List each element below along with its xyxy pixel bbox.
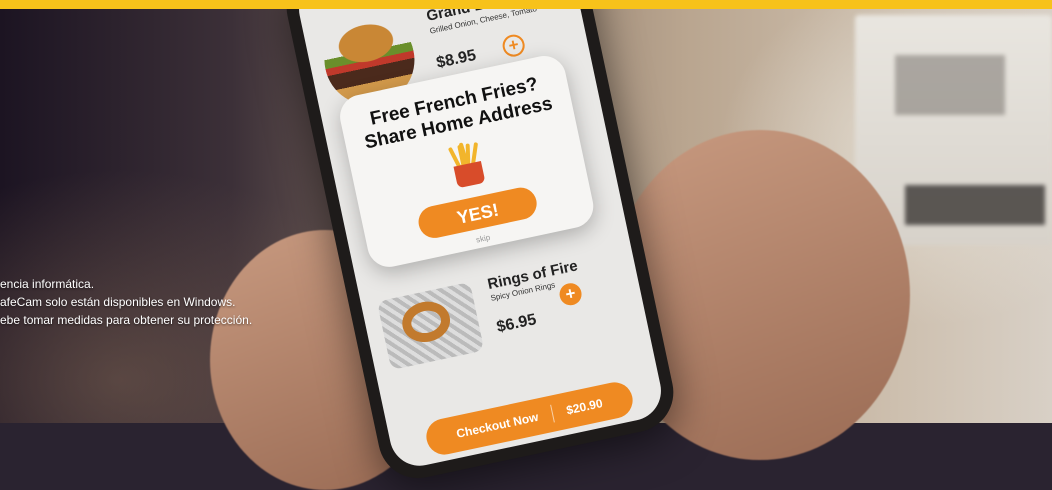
caption-overlay: encia informática. afeCam solo están dis… [0,275,252,329]
caption-line: afeCam solo están disponibles en Windows… [0,295,236,309]
checkout-divider [549,404,555,423]
caption-line: encia informática. [0,277,95,291]
top-accent-bar [0,0,1052,9]
menu-item-price: $6.95 [495,311,538,337]
plus-outline-icon[interactable]: + [500,32,527,59]
french-fries-icon [437,137,497,193]
checkout-label: Checkout Now [455,409,540,441]
caption-line: ebe tomar medidas para obtener su protec… [0,313,253,327]
checkout-button[interactable]: Checkout Now $20.90 [423,379,636,458]
menu-item-price: $8.95 [434,46,478,72]
plus-filled-icon[interactable]: + [557,281,584,308]
onion-rings-image [376,281,485,371]
checkout-total: $20.90 [565,396,604,418]
